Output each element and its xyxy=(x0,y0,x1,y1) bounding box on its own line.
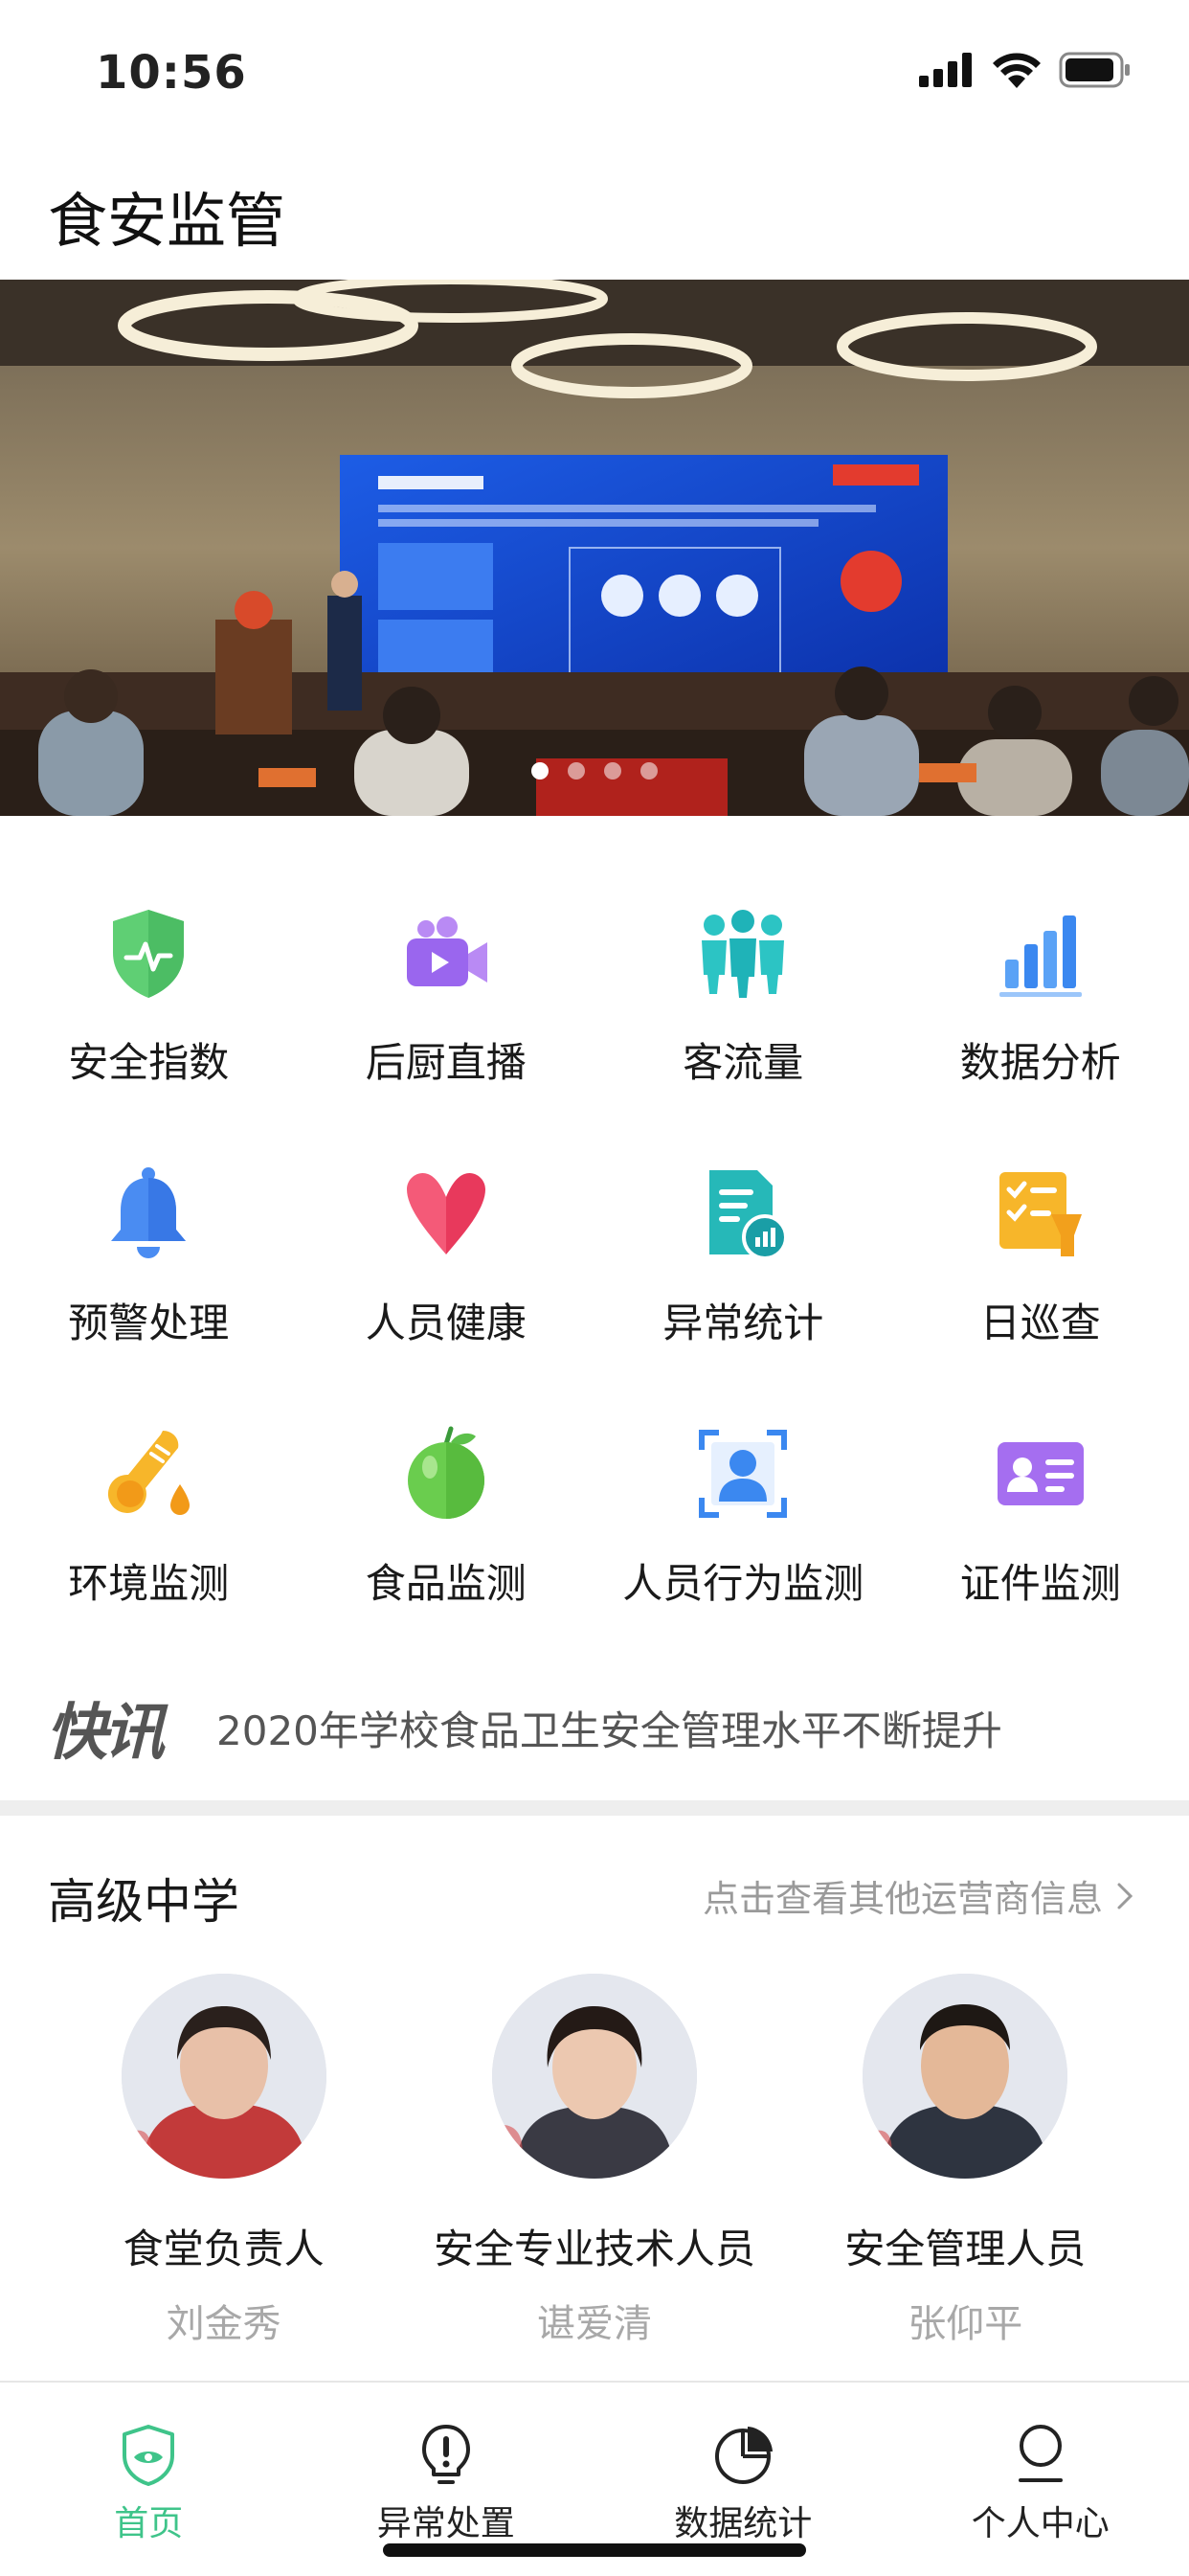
grid-label: 日巡查 xyxy=(980,1291,1101,1349)
id-card-icon xyxy=(988,1421,1093,1526)
grid-item-data-analysis[interactable]: 数据分析 xyxy=(892,862,1189,1122)
avatar xyxy=(122,1974,326,2179)
chevron-right-icon xyxy=(1116,1882,1133,1910)
staff-name: 谌爱清 xyxy=(537,2293,652,2348)
tab-label: 首页 xyxy=(114,2496,183,2545)
grid-item-staff-health[interactable]: 人员健康 xyxy=(298,1122,595,1383)
avatar xyxy=(492,1974,697,2179)
banner-carousel[interactable] xyxy=(0,280,1189,816)
avatar xyxy=(863,1974,1067,2179)
staff-name: 张仰平 xyxy=(908,2293,1022,2348)
tab-label: 异常处置 xyxy=(377,2496,515,2545)
staff-card[interactable]: 安全管理人员 张仰平 xyxy=(783,1974,1147,2348)
carousel-dot[interactable] xyxy=(568,762,585,780)
news-ticker[interactable]: 快讯 2020年学校食品卫生安全管理水平不断提升 xyxy=(0,1666,1189,1772)
other-operators-link-label: 点击查看其他运营商信息 xyxy=(703,1869,1103,1922)
grid-item-environment-monitoring[interactable]: 环境监测 xyxy=(0,1383,298,1643)
staff-card[interactable]: 安全专业技术人员 谌爱清 xyxy=(413,1974,776,2348)
bell-icon xyxy=(96,1161,201,1266)
wifi-icon xyxy=(992,52,1042,88)
carousel-dot[interactable] xyxy=(531,762,549,780)
staff-card[interactable]: 食堂负责人 刘金秀 xyxy=(42,1974,406,2348)
tab-abnormal-handling[interactable]: 异常处置 xyxy=(298,2383,595,2545)
grid-label: 客流量 xyxy=(683,1030,803,1089)
heart-v-icon xyxy=(393,1161,499,1266)
alert-bulb-icon xyxy=(413,2421,480,2488)
news-logo: 快讯 xyxy=(46,1683,161,1772)
carousel-dot[interactable] xyxy=(640,762,658,780)
grid-label: 人员行为监测 xyxy=(622,1551,864,1610)
banner-image xyxy=(0,280,1189,816)
news-headline[interactable]: 2020年学校食品卫生安全管理水平不断提升 xyxy=(216,1699,1002,1757)
grid-label: 人员健康 xyxy=(366,1291,527,1349)
school-name: 高级中学 xyxy=(48,1864,239,1932)
people-group-icon xyxy=(690,900,796,1006)
thermometer-icon xyxy=(96,1421,201,1526)
report-chart-icon xyxy=(690,1161,796,1266)
grid-item-food-monitoring[interactable]: 食品监测 xyxy=(298,1383,595,1643)
user-icon xyxy=(1007,2421,1074,2488)
tab-data-statistics[interactable]: 数据统计 xyxy=(594,2383,892,2545)
signal-icon xyxy=(919,53,975,87)
shield-eye-icon xyxy=(115,2421,182,2488)
grid-label: 证件监测 xyxy=(960,1551,1121,1610)
other-operators-link[interactable]: 点击查看其他运营商信息 xyxy=(703,1869,1133,1922)
page-title: 食安监管 xyxy=(48,172,285,259)
grid-item-customer-flow[interactable]: 客流量 xyxy=(594,862,892,1122)
staff-role: 安全管理人员 xyxy=(844,2217,1086,2275)
grid-item-abnormal-stats[interactable]: 异常统计 xyxy=(594,1122,892,1383)
grid-item-kitchen-live[interactable]: 后厨直播 xyxy=(298,862,595,1122)
carousel-dot[interactable] xyxy=(604,762,621,780)
checklist-icon xyxy=(988,1161,1093,1266)
status-icons xyxy=(919,52,1132,88)
grid-item-warning-handling[interactable]: 预警处理 xyxy=(0,1122,298,1383)
grid-label: 安全指数 xyxy=(68,1030,229,1089)
grid-item-behavior-monitoring[interactable]: 人员行为监测 xyxy=(594,1383,892,1643)
shield-pulse-icon xyxy=(96,900,201,1006)
grid-label: 异常统计 xyxy=(662,1291,823,1349)
grid-item-daily-inspection[interactable]: 日巡查 xyxy=(892,1122,1189,1383)
function-grid: 安全指数 后厨直播 客流量 xyxy=(0,862,1189,1643)
grid-label: 后厨直播 xyxy=(366,1030,527,1089)
grid-label: 数据分析 xyxy=(960,1030,1121,1089)
tab-label: 个人中心 xyxy=(972,2496,1110,2545)
staff-list: 食堂负责人 刘金秀 安全专业技术人员 谌爱清 xyxy=(0,1974,1189,2348)
carousel-dots xyxy=(0,762,1189,780)
bar-chart-icon xyxy=(988,900,1093,1006)
app-bar: 食安监管 xyxy=(0,144,1189,280)
tab-label: 数据统计 xyxy=(674,2496,812,2545)
apple-icon xyxy=(393,1421,499,1526)
person-scan-icon xyxy=(690,1421,796,1526)
home-indicator xyxy=(383,2543,806,2557)
status-time: 10:56 xyxy=(96,46,247,100)
section-divider xyxy=(0,1800,1189,1816)
tab-profile[interactable]: 个人中心 xyxy=(892,2383,1189,2545)
pie-chart-icon xyxy=(709,2421,776,2488)
battery-icon xyxy=(1059,52,1132,88)
video-camera-icon xyxy=(393,900,499,1006)
staff-name: 刘金秀 xyxy=(167,2293,281,2348)
tab-home[interactable]: 首页 xyxy=(0,2383,298,2545)
grid-item-safety-index[interactable]: 安全指数 xyxy=(0,862,298,1122)
grid-label: 环境监测 xyxy=(68,1551,229,1610)
staff-role: 食堂负责人 xyxy=(123,2217,325,2275)
grid-item-certificate-monitoring[interactable]: 证件监测 xyxy=(892,1383,1189,1643)
bottom-tab-bar: 首页 异常处置 数据统计 个人中心 xyxy=(0,2381,1189,2576)
staff-role: 安全专业技术人员 xyxy=(434,2217,755,2275)
grid-label: 食品监测 xyxy=(366,1551,527,1610)
school-section: 高级中学 点击查看其他运营商信息 食堂负责人 刘金秀 xyxy=(0,1816,1189,2381)
grid-label: 预警处理 xyxy=(68,1291,229,1349)
status-bar: 10:56 xyxy=(0,0,1189,144)
